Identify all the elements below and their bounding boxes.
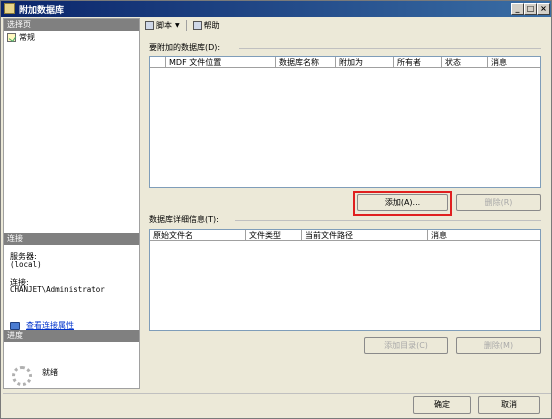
details-group-label: 数据库详细信息(T):	[149, 215, 219, 224]
page-item-label: 常规	[19, 32, 35, 42]
column-header-status[interactable]: 状态	[442, 57, 488, 67]
progress-status: 就绪	[42, 368, 58, 377]
progress-header: 进度	[4, 330, 139, 342]
cancel-button[interactable]: 取消	[478, 396, 540, 414]
remove-button[interactable]: 删除(R)	[456, 194, 541, 211]
title-bar: 附加数据库 _ □ ×	[1, 1, 551, 17]
toolbar-divider	[185, 19, 187, 31]
column-header-select[interactable]	[150, 57, 166, 67]
toolbar: 脚本 ▼ 帮助	[141, 18, 551, 32]
attach-database-dialog: 附加数据库 _ □ × 选择页 常规 连接 服务器: (local) 连接: C…	[0, 0, 552, 419]
column-header-attach-as[interactable]: 附加为	[336, 57, 394, 67]
column-header-file-type[interactable]: 文件类型	[246, 230, 302, 240]
attach-group-label: 要附加的数据库(D):	[149, 43, 221, 52]
script-label: 脚本	[156, 20, 172, 30]
column-header-original-file[interactable]: 原始文件名	[150, 230, 246, 240]
window-title: 附加数据库	[19, 6, 65, 16]
help-button[interactable]: 帮助	[191, 19, 222, 31]
column-header-owner[interactable]: 所有者	[394, 57, 442, 67]
connection-header: 连接	[4, 233, 139, 245]
column-header-db-name[interactable]: 数据库名称	[276, 57, 336, 67]
attach-grid-header: MDF 文件位置 数据库名称 附加为 所有者 状态 消息	[150, 57, 540, 68]
add-button[interactable]: 添加(A)...	[357, 194, 448, 211]
attach-databases-grid[interactable]: MDF 文件位置 数据库名称 附加为 所有者 状态 消息	[149, 56, 541, 188]
column-header-details-message[interactable]: 消息	[428, 230, 540, 240]
chevron-down-icon[interactable]: ▼	[175, 22, 180, 29]
add-catalog-button[interactable]: 添加目录(C)	[364, 337, 448, 354]
connection-value: CHANJET\Administrator	[10, 285, 105, 294]
script-button[interactable]: 脚本 ▼	[143, 19, 182, 31]
page-icon	[7, 32, 16, 42]
column-header-mdf-location[interactable]: MDF 文件位置	[166, 57, 276, 67]
ok-button[interactable]: 确定	[413, 396, 471, 414]
column-header-current-path[interactable]: 当前文件路径	[302, 230, 428, 240]
script-icon	[145, 20, 154, 30]
help-icon	[192, 20, 202, 30]
details-group-divider	[235, 220, 541, 221]
database-details-grid[interactable]: 原始文件名 文件类型 当前文件路径 消息	[149, 229, 541, 331]
page-item-general[interactable]: 常规	[7, 31, 35, 43]
details-grid-header: 原始文件名 文件类型 当前文件路径 消息	[150, 230, 540, 241]
left-panel: 选择页 常规 连接 服务器: (local) 连接: CHANJET\Admin…	[3, 18, 140, 389]
server-value: (local)	[10, 260, 42, 269]
select-page-header: 选择页	[4, 19, 139, 31]
footer-divider	[3, 393, 551, 394]
maximize-button[interactable]: □	[524, 3, 537, 15]
connection-properties-icon	[10, 321, 20, 330]
remove-details-button[interactable]: 删除(M)	[456, 337, 541, 354]
column-header-message[interactable]: 消息	[488, 57, 540, 67]
attach-group-divider	[239, 48, 541, 49]
minimize-button[interactable]: _	[511, 3, 524, 15]
database-icon	[4, 3, 15, 14]
help-label: 帮助	[203, 20, 220, 30]
close-button[interactable]: ×	[537, 3, 550, 15]
progress-spinner-icon	[12, 366, 32, 386]
